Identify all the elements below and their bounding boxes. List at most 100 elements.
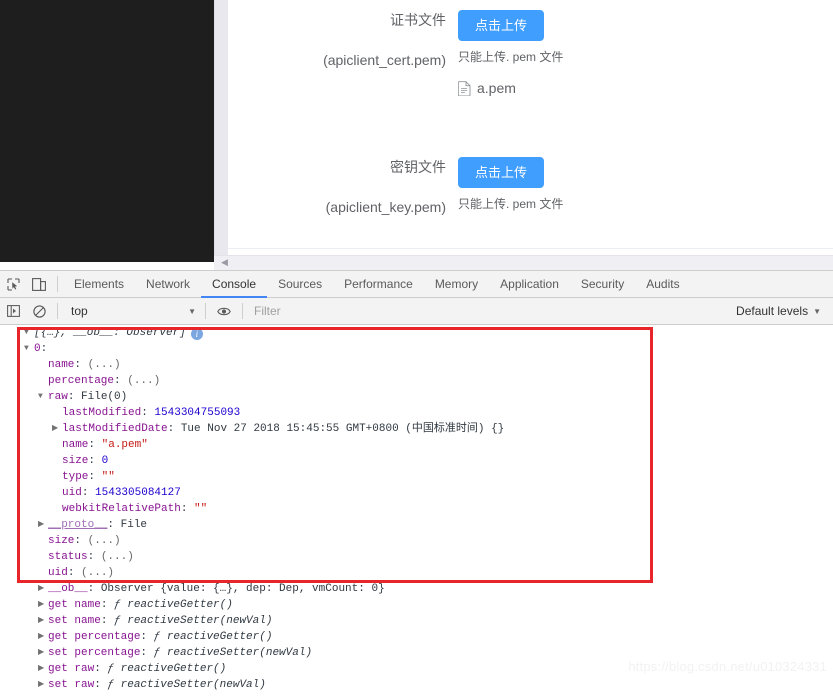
console-property-key: __ob__ bbox=[48, 583, 88, 595]
console-line[interactable]: size: (...) bbox=[0, 533, 833, 549]
page-dark-sidebar bbox=[0, 0, 214, 262]
expand-arrow-closed-icon[interactable] bbox=[38, 517, 48, 533]
console-property-value: (...) bbox=[81, 535, 121, 547]
tab-console[interactable]: Console bbox=[201, 272, 268, 298]
page-horizontal-scrollbar[interactable] bbox=[214, 255, 833, 270]
console-property-key: 0 bbox=[34, 343, 41, 355]
console-property-value: 1543305084127 bbox=[88, 487, 181, 499]
console-line[interactable]: name: "a.pem" bbox=[0, 437, 833, 453]
console-line[interactable]: [{…}, __ob__: Observer] i bbox=[0, 325, 833, 341]
console-property-key: get raw bbox=[48, 663, 95, 675]
page-vertical-scrollbar[interactable] bbox=[214, 0, 228, 255]
console-line[interactable]: status: (...) bbox=[0, 549, 833, 565]
toolbar-divider bbox=[57, 276, 58, 292]
console-property-value: Observer {value: {…}, dep: Dep, vmCount:… bbox=[94, 583, 385, 595]
console-line[interactable]: uid: 1543305084127 bbox=[0, 485, 833, 501]
console-property-key: status bbox=[48, 551, 88, 563]
tab-audits[interactable]: Audits bbox=[635, 272, 690, 297]
console-filter-bar: top ▼ Default levels ▼ bbox=[0, 298, 833, 325]
upload-cert-button[interactable]: 点击上传 bbox=[458, 10, 545, 41]
expand-arrow-closed-icon[interactable] bbox=[38, 677, 48, 693]
tab-performance[interactable]: Performance bbox=[333, 272, 424, 297]
devtools-tabbar: Elements Network Console Sources Perform… bbox=[0, 271, 833, 298]
expand-arrow-open-icon[interactable] bbox=[38, 389, 48, 405]
console-property-key: name bbox=[62, 439, 89, 451]
form-label-key-main: 密钥文件 bbox=[390, 159, 446, 175]
console-output[interactable]: [{…}, __ob__: Observer]i0:name: (...)per… bbox=[0, 325, 833, 699]
page-bottom-divider bbox=[228, 248, 833, 249]
uploaded-file-item[interactable]: a.pem bbox=[458, 79, 563, 97]
console-property-key: set raw bbox=[48, 679, 95, 691]
console-line[interactable]: 0: bbox=[0, 341, 833, 357]
page-content: 证书文件 (apiclient_cert.pem) 点击上传 只能上传. pem… bbox=[228, 0, 833, 255]
log-level-select[interactable]: Default levels ▼ bbox=[728, 304, 833, 318]
expand-arrow-open-icon[interactable] bbox=[24, 341, 34, 357]
console-property-value: (...) bbox=[81, 359, 121, 371]
filterbar-divider-3 bbox=[242, 303, 243, 319]
form-label-key-sub: (apiclient_key.pem) bbox=[325, 199, 446, 215]
form-label-cert-main: 证书文件 bbox=[390, 12, 446, 28]
console-property-key: name bbox=[48, 359, 75, 371]
console-line[interactable]: lastModifiedDate: Tue Nov 27 2018 15:45:… bbox=[0, 421, 833, 437]
console-line[interactable]: get name: ƒ reactiveGetter() bbox=[0, 597, 833, 613]
console-line[interactable]: size: 0 bbox=[0, 453, 833, 469]
form-label-cert-sub: (apiclient_cert.pem) bbox=[323, 52, 446, 68]
console-property-value: File bbox=[114, 519, 148, 531]
console-line[interactable]: __ob__: Observer {value: {…}, dep: Dep, … bbox=[0, 581, 833, 597]
expand-arrow-closed-icon[interactable] bbox=[38, 645, 48, 661]
console-property-value: ƒ reactiveGetter() bbox=[147, 631, 273, 643]
console-line[interactable]: uid: (...) bbox=[0, 565, 833, 581]
console-property-key: type bbox=[62, 471, 89, 483]
expand-arrow-closed-icon[interactable] bbox=[52, 421, 62, 437]
tab-network[interactable]: Network bbox=[135, 272, 201, 297]
console-line[interactable]: get percentage: ƒ reactiveGetter() bbox=[0, 629, 833, 645]
console-colon: : bbox=[94, 679, 101, 691]
expand-arrow-closed-icon[interactable] bbox=[38, 613, 48, 629]
tab-sources[interactable]: Sources bbox=[267, 272, 333, 297]
info-icon[interactable]: i bbox=[190, 328, 203, 340]
form-row-key: 密钥文件 (apiclient_key.pem) 点击上传 只能上传. pem … bbox=[228, 157, 563, 217]
tab-memory[interactable]: Memory bbox=[424, 272, 489, 297]
expand-arrow-open-icon[interactable] bbox=[24, 325, 34, 341]
toggle-console-sidebar-icon[interactable] bbox=[0, 299, 26, 324]
console-line[interactable]: percentage: (...) bbox=[0, 373, 833, 389]
console-colon: : bbox=[141, 407, 148, 419]
tab-application[interactable]: Application bbox=[489, 272, 570, 297]
console-property-value: 1543304755093 bbox=[147, 407, 241, 419]
console-line[interactable]: type: "" bbox=[0, 469, 833, 485]
toggle-device-toolbar-icon[interactable] bbox=[26, 272, 52, 297]
inspect-element-icon[interactable] bbox=[0, 272, 26, 297]
console-property-key: set percentage bbox=[48, 647, 141, 659]
console-line-list: [{…}, __ob__: Observer]i0:name: (...)per… bbox=[0, 325, 833, 693]
console-line[interactable]: lastModified: 1543304755093 bbox=[0, 405, 833, 421]
tab-security[interactable]: Security bbox=[570, 272, 635, 297]
console-property-value: "" bbox=[187, 503, 208, 515]
console-property-key: percentage bbox=[48, 375, 115, 387]
chevron-down-icon: ▼ bbox=[188, 306, 196, 316]
expand-arrow-closed-icon[interactable] bbox=[38, 629, 48, 645]
console-line[interactable]: name: (...) bbox=[0, 357, 833, 373]
execution-context-value: top bbox=[71, 304, 88, 318]
execution-context-select[interactable]: top ▼ bbox=[63, 301, 200, 321]
tab-elements[interactable]: Elements bbox=[63, 272, 135, 297]
console-property-key: set name bbox=[48, 615, 101, 627]
expand-arrow-closed-icon[interactable] bbox=[38, 597, 48, 613]
clear-console-icon[interactable] bbox=[26, 299, 52, 324]
console-filter-input[interactable] bbox=[248, 301, 729, 321]
console-property-key: lastModified bbox=[62, 407, 142, 419]
console-line[interactable]: __proto__: File bbox=[0, 517, 833, 533]
expand-arrow-closed-icon[interactable] bbox=[38, 661, 48, 677]
live-expression-eye-icon[interactable] bbox=[211, 299, 237, 324]
console-line[interactable]: webkitRelativePath: "" bbox=[0, 501, 833, 517]
console-line[interactable]: set raw: ƒ reactiveSetter(newVal) bbox=[0, 677, 833, 693]
form-label-cert: 证书文件 (apiclient_cert.pem) bbox=[228, 10, 458, 70]
console-line[interactable]: raw: File(0) bbox=[0, 389, 833, 405]
console-line[interactable]: set name: ƒ reactiveSetter(newVal) bbox=[0, 613, 833, 629]
console-property-value: (...) bbox=[120, 375, 161, 387]
expand-arrow-closed-icon[interactable] bbox=[38, 581, 48, 597]
scroll-left-arrow-icon[interactable]: ◀ bbox=[218, 256, 231, 269]
upload-key-button[interactable]: 点击上传 bbox=[458, 157, 545, 188]
watermark: https://blog.csdn.net/u010324331 bbox=[628, 659, 827, 674]
console-property-value: 0 bbox=[95, 455, 109, 467]
console-colon: : bbox=[94, 663, 101, 675]
